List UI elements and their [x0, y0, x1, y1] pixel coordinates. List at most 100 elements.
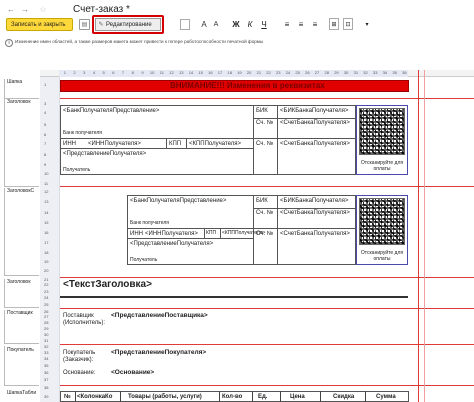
supplier-value-field[interactable]: <ПредставлениеПоставщика> [111, 312, 208, 320]
row-number[interactable]: 9 [44, 163, 46, 167]
column-header[interactable]: 7 [118, 71, 128, 75]
column-header[interactable]: 12 [167, 71, 177, 75]
row-number[interactable]: 3 [44, 102, 46, 106]
basis-value-field[interactable]: <Основание> [111, 369, 154, 377]
account2-field[interactable]: <СчетБанкаПолучателя> [280, 141, 350, 147]
back-arrow-icon[interactable]: ← [6, 4, 16, 14]
bank-name-field[interactable]: <БанкПолучателяПредставление> [63, 108, 159, 114]
buyer-value-field[interactable]: <ПредставлениеПокупателя> [111, 349, 206, 357]
row-number[interactable]: 17 [44, 241, 48, 245]
column-header[interactable]: 8 [128, 71, 138, 75]
column-header[interactable]: 27 [312, 71, 322, 75]
row-number[interactable]: 16 [44, 231, 48, 235]
column-header[interactable]: 23 [273, 71, 283, 75]
header-text-field[interactable]: <ТекстЗаголовка> [63, 280, 152, 290]
row-number[interactable]: 5 [44, 123, 46, 127]
frame-icon[interactable] [180, 19, 190, 30]
row-number[interactable]: 28 [44, 321, 48, 325]
column-header[interactable]: 18 [225, 71, 235, 75]
row-number[interactable]: 34 [44, 357, 48, 361]
row-number[interactable]: 25 [44, 303, 48, 307]
row-number[interactable]: 38 [44, 386, 48, 390]
table-header-cell[interactable]: <КолонкаКо [77, 394, 112, 400]
account2-field[interactable]: <СчетБанкаПолучателя> [280, 231, 350, 237]
column-header[interactable]: 13 [176, 71, 186, 75]
kpp-field[interactable]: <КПППолучателя> [189, 141, 241, 147]
row-number[interactable]: 4 [44, 111, 46, 115]
row-number[interactable]: 8 [44, 153, 46, 157]
column-header[interactable]: 21 [254, 71, 264, 75]
column-header[interactable]: 29 [332, 71, 342, 75]
column-header[interactable]: 5 [99, 71, 109, 75]
inn-field[interactable]: <ИННПолучателя> [145, 231, 198, 237]
bik-field[interactable]: <БИКБанкаПолучателя> [280, 198, 348, 204]
bik-field[interactable]: <БИКБанкаПолучателя> [280, 108, 348, 114]
column-header[interactable]: 19 [235, 71, 245, 75]
row-number[interactable]: 12 [44, 190, 48, 194]
row-number[interactable]: 29 [44, 327, 48, 331]
table-header-cell[interactable]: № [64, 394, 71, 400]
recipient-field[interactable]: <ПредставлениеПолучателя> [130, 241, 213, 247]
row-number[interactable]: 14 [44, 211, 48, 215]
fill-color-icon[interactable]: ▾ [362, 18, 372, 30]
row-number[interactable]: 22 [44, 283, 48, 287]
row-number[interactable]: 32 [44, 345, 48, 349]
column-header[interactable]: 17 [215, 71, 225, 75]
column-header[interactable]: 24 [283, 71, 293, 75]
row-number[interactable]: 13 [44, 200, 48, 204]
column-header[interactable]: 9 [138, 71, 148, 75]
column-header[interactable]: 2 [70, 71, 80, 75]
font-size-decrease-icon[interactable]: A [211, 18, 221, 30]
row-number[interactable]: 33 [44, 351, 48, 355]
row-number[interactable]: 19 [44, 260, 48, 264]
account-field[interactable]: <СчетБанкаПолучателя> [280, 210, 350, 216]
row-number[interactable]: 35 [44, 364, 48, 368]
column-header[interactable]: 28 [322, 71, 332, 75]
table-header-cell[interactable]: Сумма [376, 394, 396, 400]
row-number[interactable]: 36 [44, 371, 48, 375]
row-number[interactable]: 10 [44, 172, 48, 176]
column-header[interactable]: 3 [79, 71, 89, 75]
column-header[interactable]: 26 [303, 71, 313, 75]
row-number[interactable]: 6 [44, 133, 46, 137]
row-number[interactable]: 30 [44, 333, 48, 337]
table-header-cell[interactable]: Цена [290, 394, 305, 400]
table-header-cell[interactable]: Ед. [258, 394, 267, 400]
row-number[interactable]: 31 [44, 339, 48, 343]
align-center-icon[interactable]: ≡ [296, 18, 306, 30]
column-header[interactable]: 15 [196, 71, 206, 75]
align-right-icon[interactable]: ≡ [310, 18, 320, 30]
column-header[interactable]: 32 [361, 71, 371, 75]
column-header[interactable]: 20 [244, 71, 254, 75]
borders-icon[interactable]: ⊡ [343, 18, 353, 30]
bank-name-field[interactable]: <БанкПолучателяПредставление> [130, 198, 226, 204]
row-number[interactable]: 15 [44, 221, 48, 225]
column-header[interactable]: 11 [157, 71, 167, 75]
account-field[interactable]: <СчетБанкаПолучателя> [280, 120, 350, 126]
row-number[interactable]: 1 [44, 83, 46, 87]
column-header[interactable]: 6 [109, 71, 119, 75]
bold-icon[interactable]: Ж [231, 18, 241, 30]
merge-cells-icon[interactable]: ⊞ [329, 18, 339, 30]
column-header[interactable]: 31 [351, 71, 361, 75]
save-icon[interactable]: ▤ [79, 19, 90, 30]
favorite-star-icon[interactable]: ☆ [38, 4, 48, 14]
italic-icon[interactable]: К [245, 18, 255, 30]
row-number[interactable]: 20 [44, 269, 48, 273]
align-left-icon[interactable]: ≡ [282, 18, 292, 30]
row-number[interactable]: 39 [44, 395, 48, 399]
column-header[interactable]: 34 [380, 71, 390, 75]
table-header-cell[interactable]: Товары (работы, услуги) [128, 394, 202, 400]
underline-icon[interactable]: Ч [259, 18, 269, 30]
column-header[interactable]: 10 [147, 71, 157, 75]
column-header[interactable]: 25 [293, 71, 303, 75]
row-number[interactable]: 11 [44, 182, 48, 186]
row-number[interactable]: 37 [44, 378, 48, 382]
column-header[interactable]: 33 [370, 71, 380, 75]
inn-field[interactable]: <ИННПолучателя> [88, 141, 141, 147]
forward-arrow-icon[interactable]: → [20, 4, 30, 14]
column-header[interactable]: 4 [89, 71, 99, 75]
column-header[interactable]: 35 [390, 71, 400, 75]
row-number[interactable]: 7 [44, 142, 46, 146]
row-number[interactable]: 24 [44, 296, 48, 300]
